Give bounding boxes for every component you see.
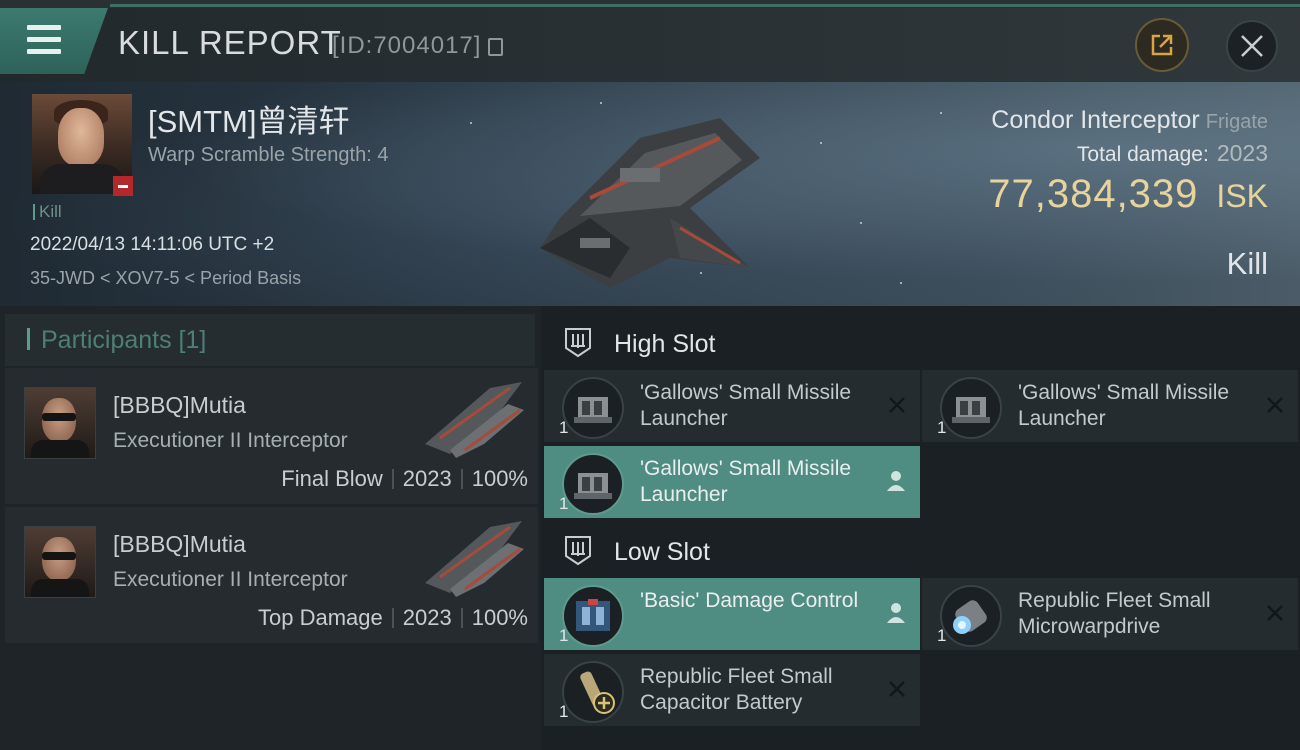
share-export-icon bbox=[1151, 34, 1173, 56]
copy-icon[interactable] bbox=[488, 38, 503, 56]
victim-name[interactable]: [SMTM]曾清轩 bbox=[148, 96, 350, 141]
participant-percent: 100% bbox=[471, 605, 528, 630]
missile-launcher-icon bbox=[562, 453, 624, 515]
module-item[interactable]: 1 'Gallows' Small Missile Launcher bbox=[922, 370, 1298, 442]
module-item[interactable]: 1 'Gallows' Small Missile Launcher bbox=[544, 370, 920, 442]
high-slot-header: High Slot bbox=[542, 312, 1300, 372]
module-quantity: 1 bbox=[559, 494, 569, 513]
destroyed-x-icon bbox=[1267, 397, 1283, 413]
participants-panel: Participants [1] [BBBQ]Mutia Executioner… bbox=[0, 306, 540, 750]
total-damage-value: 2023 bbox=[1216, 140, 1268, 166]
participant-damage: 2023 bbox=[402, 466, 452, 491]
low-slot-icon bbox=[565, 536, 591, 566]
module-name: 'Gallows' Small Missile Launcher bbox=[1018, 381, 1230, 430]
ship-name-text: Condor Interceptor bbox=[991, 106, 1200, 134]
isk-unit: ISK bbox=[1216, 178, 1268, 214]
participant-stats: Final Blow 2023 100% bbox=[281, 466, 528, 492]
hostile-status-badge bbox=[113, 176, 133, 196]
participant-ship-image bbox=[425, 521, 524, 597]
module-quantity: 1 bbox=[937, 418, 947, 437]
missile-launcher-icon bbox=[562, 377, 624, 439]
participants-header: Participants [1] bbox=[5, 314, 535, 366]
kill-location[interactable]: 35-JWD < XOV7-5 < Period Basis bbox=[30, 268, 301, 289]
module-item[interactable]: 1 Republic Fleet Small Microwarpdrive bbox=[922, 578, 1298, 650]
participants-title: Participants [1] bbox=[41, 326, 207, 354]
module-quantity: 1 bbox=[559, 626, 569, 645]
module-item[interactable]: 1 Republic Fleet Small Capacitor Battery bbox=[544, 654, 920, 726]
kill-timestamp: 2022/04/13 14:11:06 UTC +2 bbox=[30, 234, 275, 255]
participant-portrait[interactable] bbox=[24, 526, 96, 598]
close-x-icon bbox=[1241, 35, 1263, 57]
participant-name: [BBBQ]Mutia bbox=[113, 531, 246, 557]
low-slot-label: Low Slot bbox=[614, 538, 710, 566]
module-name: Republic Fleet Small Microwarpdrive bbox=[1018, 589, 1211, 638]
total-damage-label: Total damage: bbox=[1076, 143, 1209, 166]
module-item[interactable]: 1 'Gallows' Small Missile Launcher bbox=[544, 446, 920, 518]
destroyed-x-icon bbox=[889, 681, 905, 697]
victim-ship-image[interactable] bbox=[520, 98, 780, 288]
high-slot-icon bbox=[565, 328, 591, 358]
fitting-panel: High Slot 1 'Gallows' Small Missile Laun… bbox=[542, 306, 1300, 750]
microwarpdrive-icon bbox=[940, 585, 1002, 647]
module-quantity: 1 bbox=[559, 702, 569, 721]
participant-card[interactable]: [BBBQ]Mutia Executioner II Interceptor T… bbox=[5, 507, 538, 643]
menu-button[interactable] bbox=[0, 8, 108, 74]
warp-scramble-strength: Warp Scramble Strength: 4 bbox=[148, 144, 389, 166]
participant-card[interactable]: [BBBQ]Mutia Executioner II Interceptor F… bbox=[5, 368, 538, 504]
participant-portrait[interactable] bbox=[24, 387, 96, 459]
destroyed-x-icon bbox=[889, 397, 905, 413]
destroyed-x-icon bbox=[1267, 605, 1283, 621]
participant-ship: Executioner II Interceptor bbox=[113, 429, 348, 452]
dropped-pilot-icon bbox=[887, 603, 905, 623]
ship-class: Frigate bbox=[1205, 111, 1268, 133]
victim-ship-name[interactable]: Condor Interceptor Frigate bbox=[991, 106, 1268, 135]
participant-ship-image bbox=[425, 382, 524, 458]
damage-control-icon bbox=[562, 585, 624, 647]
capacitor-battery-icon bbox=[562, 661, 624, 723]
victim-banner: [SMTM]曾清轩 Warp Scramble Strength: 4 Kill… bbox=[0, 82, 1300, 306]
kill-tag: Kill bbox=[33, 203, 62, 220]
page-title: KILL REPORT bbox=[118, 24, 342, 61]
top-strip bbox=[0, 0, 1300, 8]
module-name: 'Basic' Damage Control bbox=[640, 589, 859, 612]
kill-id: [ID:7004017] bbox=[332, 32, 482, 59]
participant-stats: Top Damage 2023 100% bbox=[258, 605, 528, 631]
module-name: 'Gallows' Small Missile Launcher bbox=[640, 381, 852, 430]
participant-role: Final Blow bbox=[281, 466, 383, 491]
module-quantity: 1 bbox=[559, 418, 569, 437]
participant-role: Top Damage bbox=[258, 605, 383, 630]
dropped-pilot-icon bbox=[887, 471, 905, 491]
module-quantity: 1 bbox=[937, 626, 947, 645]
module-name: Republic Fleet Small Capacitor Battery bbox=[640, 665, 833, 714]
export-button[interactable] bbox=[1135, 18, 1189, 72]
module-name: 'Gallows' Small Missile Launcher bbox=[640, 457, 852, 506]
isk-row: 77,384,339 ISK bbox=[988, 172, 1268, 217]
participant-ship: Executioner II Interceptor bbox=[113, 568, 348, 591]
module-item[interactable]: 1 'Basic' Damage Control bbox=[544, 578, 920, 650]
high-slot-label: High Slot bbox=[614, 330, 716, 358]
participant-name: [BBBQ]Mutia bbox=[113, 392, 246, 418]
participant-percent: 100% bbox=[471, 466, 528, 491]
isk-value: 77,384,339 bbox=[988, 172, 1199, 216]
header-bar: KILL REPORT [ID:7004017] bbox=[0, 8, 1300, 82]
missile-launcher-icon bbox=[940, 377, 1002, 439]
total-damage: Total damage: 2023 bbox=[1077, 140, 1268, 167]
low-slot-header: Low Slot bbox=[542, 520, 1300, 580]
participant-damage: 2023 bbox=[402, 605, 452, 630]
close-button[interactable] bbox=[1226, 20, 1278, 72]
result-label: Kill bbox=[1226, 246, 1268, 281]
